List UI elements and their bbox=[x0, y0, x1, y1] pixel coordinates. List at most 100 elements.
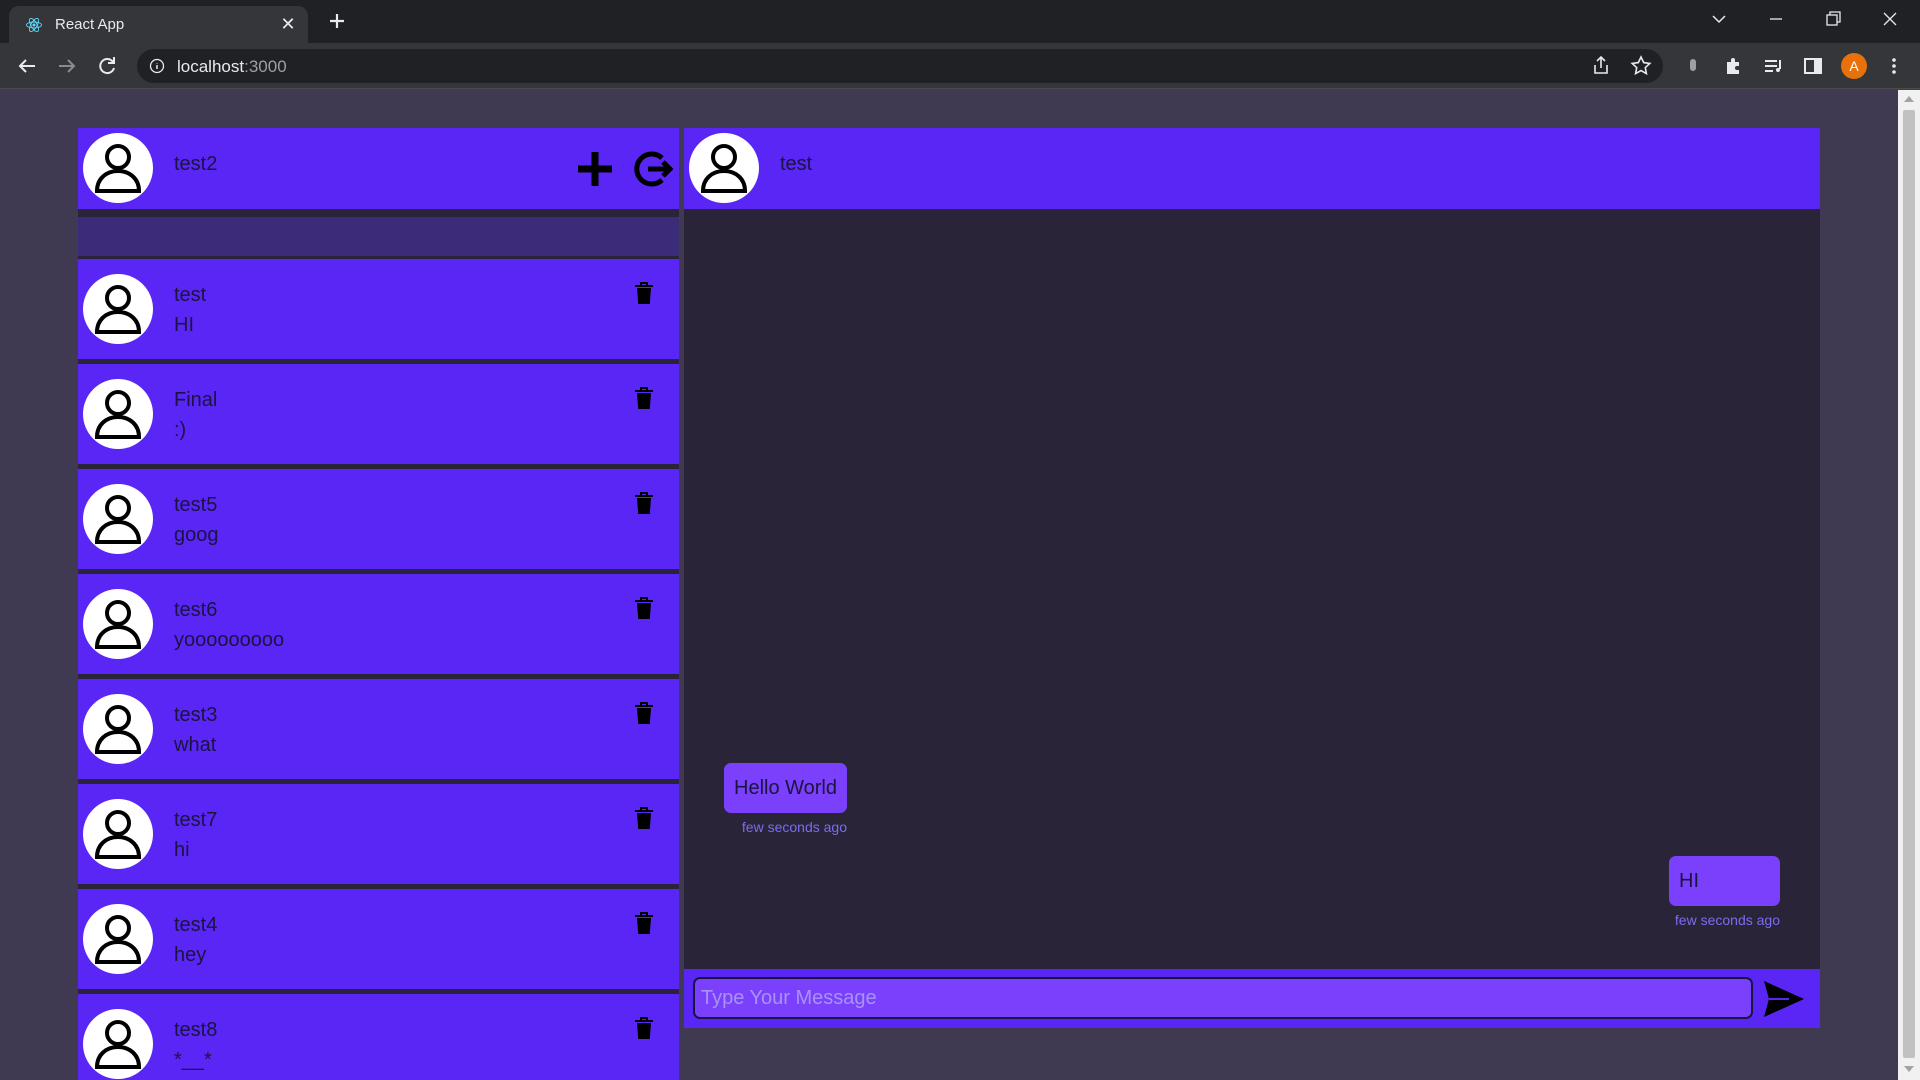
browser-tab[interactable]: React App ✕ bbox=[9, 6, 308, 43]
back-icon[interactable] bbox=[13, 52, 41, 80]
tab-title: React App bbox=[55, 16, 125, 33]
side-panel-icon[interactable] bbox=[1799, 52, 1827, 80]
chat-header: test bbox=[684, 128, 1820, 209]
user-icon bbox=[95, 390, 141, 439]
trash-icon[interactable] bbox=[634, 282, 654, 305]
contact-name: test5 bbox=[174, 494, 218, 516]
message-composer bbox=[684, 969, 1820, 1028]
contact-last-message: what bbox=[174, 734, 217, 756]
contact-item[interactable]: test7 hi bbox=[78, 784, 679, 884]
tab-search-icon[interactable] bbox=[1704, 7, 1734, 31]
user-icon bbox=[95, 495, 141, 544]
profile-avatar[interactable]: A bbox=[1841, 53, 1867, 79]
menu-kebab-icon[interactable] bbox=[1880, 52, 1908, 80]
url-port: :3000 bbox=[244, 57, 287, 76]
contact-name: test bbox=[174, 284, 207, 306]
message-time: few seconds ago bbox=[741, 819, 847, 835]
contact-search-bar[interactable] bbox=[78, 217, 679, 256]
sidebar: test2 test HI Final:) test5 goog test6 … bbox=[78, 128, 679, 1080]
logout-icon[interactable] bbox=[632, 148, 674, 190]
contact-last-message: :) bbox=[174, 419, 187, 441]
page-viewport: test2 test HI Final:) test5 goog test6 … bbox=[0, 90, 1898, 1080]
trash-icon[interactable] bbox=[634, 387, 654, 410]
info-icon[interactable] bbox=[149, 58, 165, 74]
current-username: test2 bbox=[174, 153, 218, 175]
address-bar[interactable]: localhost:3000 bbox=[137, 49, 1663, 83]
contact-last-message: hi bbox=[174, 839, 190, 861]
browser-titlebar: React App ✕ bbox=[0, 0, 1920, 43]
contact-name: Final bbox=[174, 389, 218, 411]
send-icon[interactable] bbox=[1762, 979, 1806, 1019]
contact-avatar bbox=[83, 694, 153, 764]
media-queue-icon[interactable] bbox=[1759, 52, 1787, 80]
current-user-avatar bbox=[83, 133, 153, 203]
user-icon bbox=[701, 144, 747, 193]
trash-icon[interactable] bbox=[634, 492, 654, 515]
contact-name: test8 bbox=[174, 1019, 218, 1041]
extension-mic-icon[interactable] bbox=[1679, 52, 1707, 80]
trash-icon[interactable] bbox=[634, 912, 654, 935]
chat-partner-avatar bbox=[689, 133, 759, 203]
contact-avatar bbox=[83, 799, 153, 869]
contact-name: test3 bbox=[174, 704, 218, 726]
user-icon bbox=[95, 810, 141, 859]
trash-icon[interactable] bbox=[634, 1017, 654, 1040]
page-scrollbar[interactable] bbox=[1898, 90, 1920, 1080]
contact-avatar bbox=[83, 904, 153, 974]
close-window-icon[interactable] bbox=[1875, 7, 1905, 31]
message-time: few seconds ago bbox=[1674, 912, 1780, 928]
trash-icon[interactable] bbox=[634, 807, 654, 830]
contact-avatar bbox=[83, 379, 153, 449]
browser-toolbar: localhost:3000 A bbox=[0, 43, 1920, 89]
message-bubble: HI bbox=[1669, 856, 1780, 906]
message-bubble: Hello World bbox=[724, 763, 847, 813]
message-outgoing: HI few seconds ago bbox=[1669, 856, 1780, 928]
reload-icon[interactable] bbox=[93, 52, 121, 80]
message-incoming: Hello World few seconds ago bbox=[724, 763, 847, 835]
trash-icon[interactable] bbox=[634, 702, 654, 725]
contact-name: test7 bbox=[174, 809, 218, 831]
contact-avatar bbox=[83, 484, 153, 554]
contact-avatar bbox=[83, 589, 153, 659]
restore-icon[interactable] bbox=[1818, 7, 1848, 31]
chat-panel: test Hello World few seconds ago HI few … bbox=[684, 128, 1820, 1028]
extensions-puzzle-icon[interactable] bbox=[1719, 52, 1747, 80]
contact-last-message: *__* bbox=[174, 1049, 212, 1071]
minimize-icon[interactable] bbox=[1761, 7, 1791, 31]
scroll-down-arrow-icon[interactable] bbox=[1904, 1066, 1914, 1072]
contact-item[interactable]: test6 yooooooooo bbox=[78, 574, 679, 674]
react-logo-icon bbox=[26, 17, 42, 33]
contact-item[interactable]: test3 what bbox=[78, 679, 679, 779]
url-text[interactable]: localhost:3000 bbox=[177, 57, 287, 77]
bookmark-star-icon[interactable] bbox=[1627, 52, 1655, 80]
sidebar-header: test2 bbox=[78, 128, 679, 209]
trash-icon[interactable] bbox=[634, 597, 654, 620]
tab-close-icon[interactable]: ✕ bbox=[279, 15, 297, 33]
user-icon bbox=[95, 915, 141, 964]
contact-item[interactable]: test HI bbox=[78, 259, 679, 359]
user-icon bbox=[95, 705, 141, 754]
share-icon[interactable] bbox=[1587, 52, 1615, 80]
contact-avatar bbox=[83, 1009, 153, 1079]
contact-avatar bbox=[83, 274, 153, 344]
forward-icon[interactable] bbox=[53, 52, 81, 80]
contact-item[interactable]: test8 *__* bbox=[78, 994, 679, 1080]
contact-last-message: goog bbox=[174, 524, 219, 546]
message-input[interactable] bbox=[693, 977, 1753, 1019]
contact-list: test HI Final :) test5 goog test6 yooooo… bbox=[78, 259, 679, 1080]
contact-last-message: hey bbox=[174, 944, 207, 966]
contact-last-message: HI bbox=[174, 314, 194, 336]
new-tab-icon[interactable] bbox=[325, 9, 349, 33]
contact-item[interactable]: Final :) bbox=[78, 364, 679, 464]
contact-name: test6 bbox=[174, 599, 218, 621]
user-icon bbox=[95, 144, 141, 193]
contact-item[interactable]: test4 hey bbox=[78, 889, 679, 989]
scroll-thumb[interactable] bbox=[1903, 110, 1915, 1058]
plus-icon[interactable] bbox=[574, 148, 616, 190]
contact-name: test4 bbox=[174, 914, 218, 936]
scroll-up-arrow-icon[interactable] bbox=[1904, 96, 1914, 102]
chat-partner-name: test bbox=[780, 153, 813, 175]
user-icon bbox=[95, 600, 141, 649]
contact-last-message: yooooooooo bbox=[174, 629, 285, 651]
contact-item[interactable]: test5 goog bbox=[78, 469, 679, 569]
